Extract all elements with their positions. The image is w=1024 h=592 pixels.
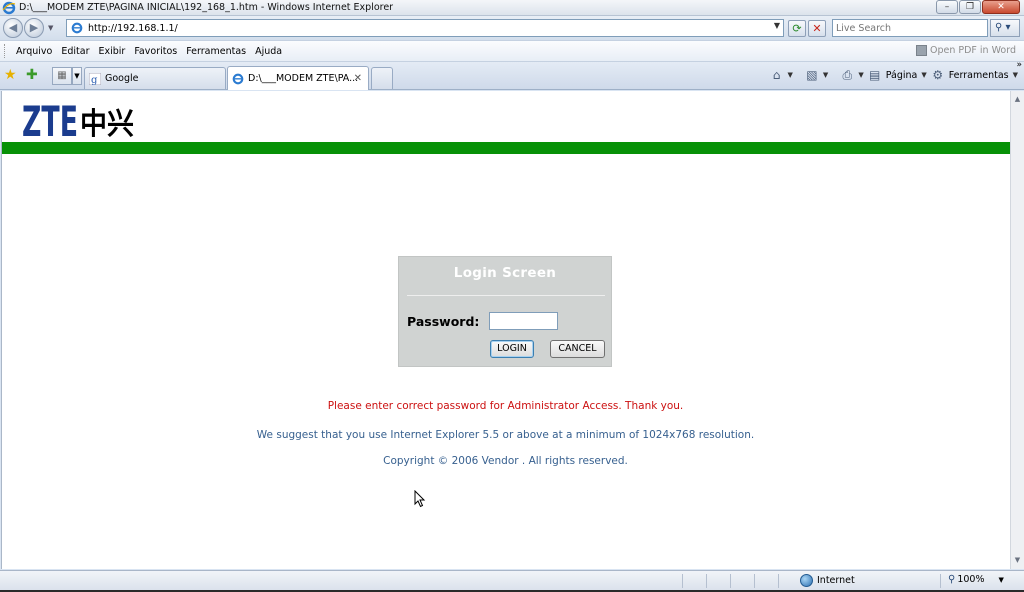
gear-icon: ⚙ [932,68,944,82]
tab-label: Google [105,73,139,84]
stop-icon: ✕ [812,22,822,35]
password-label: Password: [407,314,480,329]
quick-tabs-icon: ▦ [57,70,67,81]
menu-editar[interactable]: Editar [61,46,89,57]
scroll-down-arrow-icon[interactable]: ▼ [1011,554,1024,567]
password-input[interactable] [489,312,558,330]
tab-google[interactable]: g Google [84,67,226,89]
search-icon: ⚲ ▾ [995,22,1011,33]
home-icon[interactable]: ⌂ [770,68,784,82]
refresh-icon: ⟳ [792,22,802,35]
login-title: Login Screen [453,265,557,281]
open-pdf-label: Open PDF in Word [929,45,1016,56]
ie-page-icon [232,73,244,84]
stop-button[interactable]: ✕ [808,20,826,37]
search-input[interactable] [832,19,988,37]
address-bar[interactable]: http://192.168.1.1/ ▼ [66,19,784,37]
google-favicon-icon: g [89,72,101,85]
status-bar: Internet ⚲ 100% ▼ [0,570,1024,590]
mouse-cursor-icon [414,490,426,508]
password-error-message: Please enter correct password for Admini… [327,400,684,412]
menu-bar: Arquivo Editar Exibir Favoritos Ferramen… [0,40,1024,62]
login-divider [407,295,605,296]
zoom-dropdown-icon[interactable]: ▼ [999,576,1004,584]
refresh-button[interactable]: ⟳ [788,20,806,37]
maximize-button[interactable]: ❐ [959,0,981,14]
status-separator [754,574,755,588]
page-content: ZTE 中兴 Login Screen Password: LOGIN CANC… [1,91,1010,569]
close-tab-icon[interactable]: ✕ [354,73,362,84]
menu-ajuda[interactable]: Ajuda [255,46,282,57]
tab-modem-page[interactable]: D:\___MODEM ZTE\PA... ✕ [227,66,369,90]
status-separator [940,574,941,588]
history-dropdown-icon[interactable]: ▼ [48,24,53,32]
minimize-button[interactable]: – [936,0,958,14]
open-pdf-in-word-button[interactable]: Open PDF in Word [915,45,1016,56]
cancel-button[interactable]: CANCEL [550,340,605,358]
tools-dropdown-icon[interactable]: ▼ [1013,71,1018,79]
command-bar: ⌂ ▼ ▧ ▼ ⎙ ▼ ▤ Página ▼ ⚙ Ferramentas ▼ [770,68,1018,82]
pdf-icon [915,45,927,56]
address-url[interactable]: http://192.168.1.1/ [88,23,178,34]
login-button[interactable]: LOGIN [490,340,534,358]
toolbar-grip [4,44,7,58]
forward-button[interactable]: ▶ [24,18,44,38]
tab-list-dropdown-icon[interactable]: ▼ [72,67,82,85]
zte-logo: ZTE 中兴 [22,94,137,146]
favorites-star-icon[interactable]: ★ [4,67,17,83]
tab-label: D:\___MODEM ZTE\PA... [248,73,359,84]
window-controls: – ❐ ✕ [936,0,1020,14]
status-separator [706,574,707,588]
internet-explorer-icon [2,1,16,14]
add-favorite-icon[interactable]: ✚ [26,67,38,83]
address-dropdown-icon[interactable]: ▼ [774,21,780,30]
scroll-up-arrow-icon[interactable]: ▲ [1011,93,1024,106]
zoom-level: 100% [957,574,985,585]
zoom-magnifier-icon: ⚲ [948,574,956,585]
globe-icon [800,574,813,587]
header-green-bar [2,142,1010,154]
menu-favoritos[interactable]: Favoritos [134,46,177,57]
page-menu[interactable]: Página [886,70,918,81]
page-icon: ▤ [869,68,881,82]
window-titlebar: D:\___MODEM ZTE\PAGINA INICIAL\192_168_1… [0,0,1024,16]
print-dropdown-icon[interactable]: ▼ [858,71,863,79]
copyright-text: Copyright © 2006 Vendor . All rights res… [383,455,628,467]
address-toolbar: ◀ ▶ ▼ http://192.168.1.1/ ▼ ⟳ ✕ ⚲ ▾ [0,16,1024,40]
zoom-control[interactable]: ⚲ 100% ▼ [948,574,1004,585]
new-tab-button[interactable] [371,67,393,89]
feeds-icon[interactable]: ▧ [805,68,819,82]
back-button[interactable]: ◀ [3,18,23,38]
home-dropdown-icon[interactable]: ▼ [788,71,793,79]
tools-menu[interactable]: Ferramentas [949,70,1009,81]
status-separator [730,574,731,588]
page-ie-icon [71,22,83,34]
window-title: D:\___MODEM ZTE\PAGINA INICIAL\192_168_1… [19,2,394,13]
svg-text:g: g [91,75,98,85]
tab-bar: ★ ✚ ▦ ▼ g Google D:\___MODEM ZTE\PA... ✕… [0,60,1024,90]
feeds-dropdown-icon[interactable]: ▼ [823,71,828,79]
back-arrow-icon: ◀ [8,21,18,34]
zte-logo-text: ZTE [22,97,78,140]
close-window-button[interactable]: ✕ [982,0,1020,14]
menu-arquivo[interactable]: Arquivo [16,46,52,57]
quick-tabs-button[interactable]: ▦ [52,67,72,85]
security-zone[interactable]: Internet [800,574,855,587]
browser-suggestion-text: We suggest that you use Internet Explore… [256,429,755,441]
menu-exibir[interactable]: Exibir [99,46,126,57]
status-separator [778,574,779,588]
login-panel: Login Screen Password: LOGIN CANCEL [398,256,612,367]
zte-logo-graphic: ZTE 中兴 [22,97,134,146]
menu-ferramentas[interactable]: Ferramentas [186,46,246,57]
page-dropdown-icon[interactable]: ▼ [921,71,926,79]
print-icon[interactable]: ⎙ [840,68,854,82]
search-button[interactable]: ⚲ ▾ [990,19,1020,37]
forward-arrow-icon: ▶ [29,21,39,34]
toolbar-chevron-icon[interactable]: » [1016,60,1022,70]
zte-chinese-logo-text: 中兴 [80,107,134,140]
zone-label: Internet [817,575,855,586]
vertical-scrollbar[interactable]: ▲ ▼ [1010,91,1024,569]
status-separator [682,574,683,588]
